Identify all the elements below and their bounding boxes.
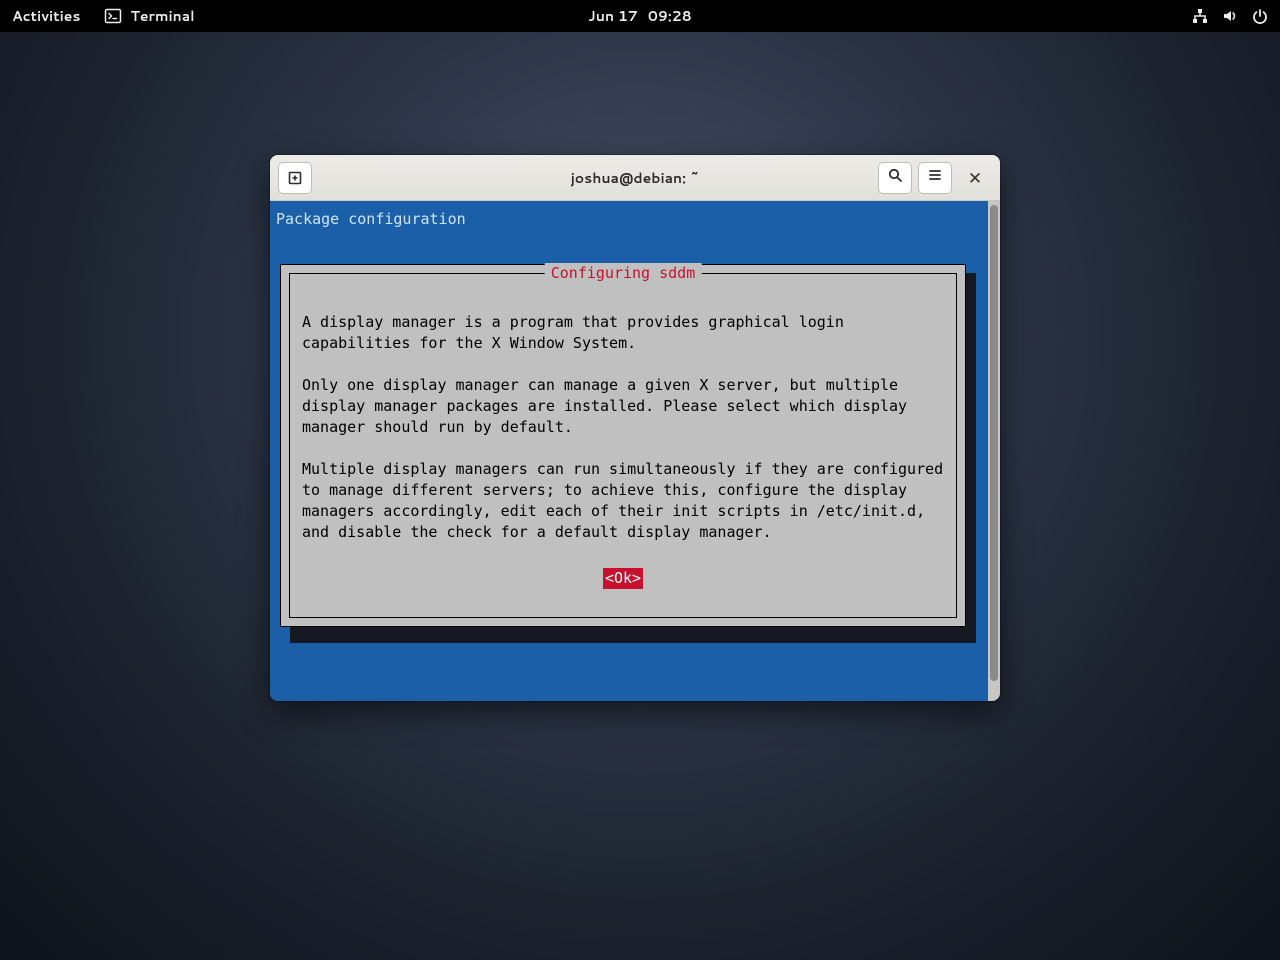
terminal-scrollbar[interactable]	[988, 201, 1000, 701]
tui-dialog: Configuring sddm A display manager is a …	[280, 264, 966, 627]
active-app-menu[interactable]: Terminal	[104, 6, 194, 26]
tui-paragraph: Multiple display managers can run simult…	[302, 459, 944, 543]
search-icon	[887, 166, 903, 189]
tui-paragraph: Only one display manager can manage a gi…	[302, 375, 944, 438]
activities-button[interactable]: Activities	[12, 6, 80, 26]
terminal-body-wrap: Package configuration Configuring sddm A…	[270, 201, 1000, 701]
tui-button-row: <Ok>	[302, 564, 944, 589]
clock-time: 09:28	[648, 6, 692, 26]
system-status-area[interactable]	[1192, 8, 1268, 24]
volume-icon	[1222, 8, 1238, 24]
debconf-header: Package configuration	[276, 209, 982, 230]
ok-button[interactable]: <Ok>	[603, 568, 643, 589]
window-titlebar[interactable]: joshua@debian: ~	[270, 155, 1000, 201]
clock[interactable]: Jun 17 09:28	[588, 6, 692, 26]
terminal-viewport[interactable]: Package configuration Configuring sddm A…	[270, 201, 988, 701]
terminal-window: joshua@debian: ~	[270, 155, 1000, 701]
close-icon: ✕	[968, 166, 982, 190]
new-tab-button[interactable]	[278, 162, 312, 194]
tui-dialog-inner: Configuring sddm A display manager is a …	[289, 273, 957, 618]
gnome-top-panel: Activities Terminal Jun 17 09:28	[0, 0, 1280, 32]
search-button[interactable]	[878, 162, 912, 194]
hamburger-menu-button[interactable]	[918, 162, 952, 194]
network-icon	[1192, 8, 1208, 24]
close-button[interactable]: ✕	[958, 162, 992, 194]
tui-dialog-title: Configuring sddm	[545, 263, 702, 284]
terminal-app-icon	[104, 7, 122, 25]
clock-date: Jun 17	[588, 6, 638, 26]
tui-paragraph: A display manager is a program that prov…	[302, 312, 944, 354]
active-app-label: Terminal	[130, 6, 194, 26]
power-icon	[1252, 8, 1268, 24]
window-title: joshua@debian: ~	[571, 168, 700, 188]
topbar-left: Activities Terminal	[12, 6, 195, 26]
hamburger-icon	[927, 166, 943, 189]
